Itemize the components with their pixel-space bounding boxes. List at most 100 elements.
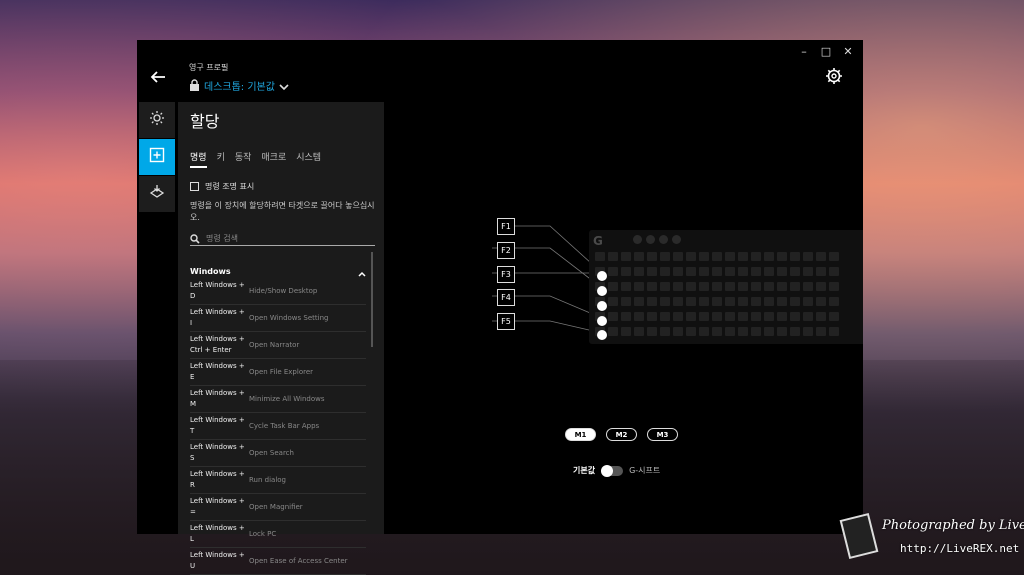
keycap	[738, 252, 748, 261]
mode-selector: M1 M2 M3	[565, 428, 678, 441]
command-keys: Left Windows + S	[190, 443, 245, 462]
keycap	[647, 297, 657, 306]
drag-hint: 명령을 이 장치에 할당하려면 타겟으로 끌어다 놓으십시오.	[190, 201, 375, 222]
gshift-toggle[interactable]	[601, 464, 624, 477]
close-button[interactable]: ✕	[837, 42, 859, 60]
keycap	[686, 282, 696, 291]
watermark-line2: http://LiveREX.net	[900, 542, 1020, 555]
show-lighting-option: 명령 조명 표시	[190, 181, 254, 192]
group-title: Windows	[190, 267, 231, 276]
command-item[interactable]: Left Windows + E Open File Explorer	[190, 359, 366, 386]
plus-square-icon	[149, 147, 165, 167]
command-item[interactable]: Left Windows + T Cycle Task Bar Apps	[190, 413, 366, 440]
photo-watermark: Photographed by LiveREX http://LiveREX.n…	[839, 512, 1024, 564]
keycap	[634, 327, 644, 336]
fkey-f1[interactable]: F1	[497, 218, 515, 235]
keycap	[751, 282, 761, 291]
key-row	[595, 312, 839, 321]
keycap	[725, 312, 735, 321]
keycap	[699, 252, 709, 261]
fkey-f2[interactable]: F2	[497, 242, 515, 259]
gkey-target-3[interactable]	[597, 301, 607, 311]
nav-lighting[interactable]	[139, 102, 175, 138]
mode-m3-button[interactable]: M3	[647, 428, 678, 441]
keycap	[803, 312, 813, 321]
keycap	[699, 282, 709, 291]
command-item[interactable]: Left Windows + M Minimize All Windows	[190, 386, 366, 413]
command-action: Open Windows Setting	[249, 313, 329, 322]
keycap	[699, 267, 709, 276]
keycap	[608, 252, 618, 261]
command-action: Open Search	[249, 448, 294, 457]
tab-keys[interactable]: 키	[217, 150, 225, 168]
gkey-target-1[interactable]	[597, 271, 607, 281]
nav-game-mode[interactable]	[139, 176, 175, 212]
lock-icon	[189, 76, 200, 95]
command-item[interactable]: Left Windows + Ctrl + Enter Open Narrato…	[190, 332, 366, 359]
command-item[interactable]: Left Windows + L Lock PC	[190, 521, 366, 548]
keycap	[660, 297, 670, 306]
keycap	[608, 282, 618, 291]
tab-actions[interactable]: 동작	[235, 150, 252, 168]
key-row	[595, 297, 839, 306]
nav-assignments[interactable]	[139, 139, 175, 175]
command-keys: Left Windows + L	[190, 524, 245, 543]
keycap	[634, 312, 644, 321]
keycap	[621, 282, 631, 291]
keycap	[699, 297, 709, 306]
keycap	[738, 282, 748, 291]
keycap	[725, 252, 735, 261]
back-arrow-icon[interactable]	[149, 68, 167, 86]
keycap	[647, 327, 657, 336]
command-item[interactable]: Left Windows + = Open Magnifier	[190, 494, 366, 521]
settings-gear-icon[interactable]	[825, 67, 843, 85]
command-item[interactable]: Left Windows + R Run dialog	[190, 467, 366, 494]
command-action: Open Narrator	[249, 340, 300, 349]
keyboard-image: G	[589, 230, 863, 344]
keycap	[790, 252, 800, 261]
command-keys: Left Windows + D	[190, 281, 245, 300]
fkey-f3[interactable]: F3	[497, 266, 515, 283]
key-row	[595, 327, 839, 336]
keycap	[738, 327, 748, 336]
keycap	[738, 267, 748, 276]
tab-macros[interactable]: 매크로	[261, 150, 286, 168]
keycap	[647, 312, 657, 321]
command-action: Open File Explorer	[249, 367, 314, 376]
profile-selector[interactable]: 영구 프로필 데스크톱: 기본값	[189, 62, 289, 95]
keycap	[673, 297, 683, 306]
command-item[interactable]: Left Windows + D Hide/Show Desktop	[190, 278, 366, 305]
keycap	[764, 312, 774, 321]
maximize-button[interactable]: □	[815, 42, 837, 60]
mode-m2-button[interactable]: M2	[606, 428, 637, 441]
keycap	[712, 297, 722, 306]
command-item[interactable]: Left Windows + I Open Windows Setting	[190, 305, 366, 332]
keycap	[621, 297, 631, 306]
fkey-f5[interactable]: F5	[497, 313, 515, 330]
mode-m1-button[interactable]: M1	[565, 428, 596, 441]
command-action: Minimize All Windows	[249, 394, 325, 403]
command-item[interactable]: Left Windows + U Open Ease of Access Cen…	[190, 548, 366, 575]
show-lighting-checkbox[interactable]	[190, 182, 199, 191]
gkey-target-5[interactable]	[597, 330, 607, 340]
keycap	[673, 312, 683, 321]
keycap	[634, 297, 644, 306]
fkey-f4[interactable]: F4	[497, 289, 515, 306]
gkey-target-2[interactable]	[597, 286, 607, 296]
tab-commands[interactable]: 명령	[190, 150, 207, 168]
key-row	[595, 252, 839, 261]
search-input[interactable]	[206, 233, 366, 243]
keycap	[803, 297, 813, 306]
minimize-button[interactable]: –	[793, 42, 815, 60]
command-keys: Left Windows + I	[190, 308, 245, 327]
assignment-panel: 할당 명령 키 동작 매크로 시스템 명령 조명 표시 명령을 이 장치에 할당…	[178, 102, 384, 575]
command-list-scrollbar[interactable]	[371, 252, 373, 347]
tab-system[interactable]: 시스템	[296, 150, 321, 168]
media-knob	[633, 235, 642, 244]
gkey-target-4[interactable]	[597, 316, 607, 326]
key-row	[595, 282, 839, 291]
keycap	[686, 267, 696, 276]
command-item[interactable]: Left Windows + S Open Search	[190, 440, 366, 467]
chevron-down-icon[interactable]	[279, 76, 289, 95]
keycap	[725, 327, 735, 336]
